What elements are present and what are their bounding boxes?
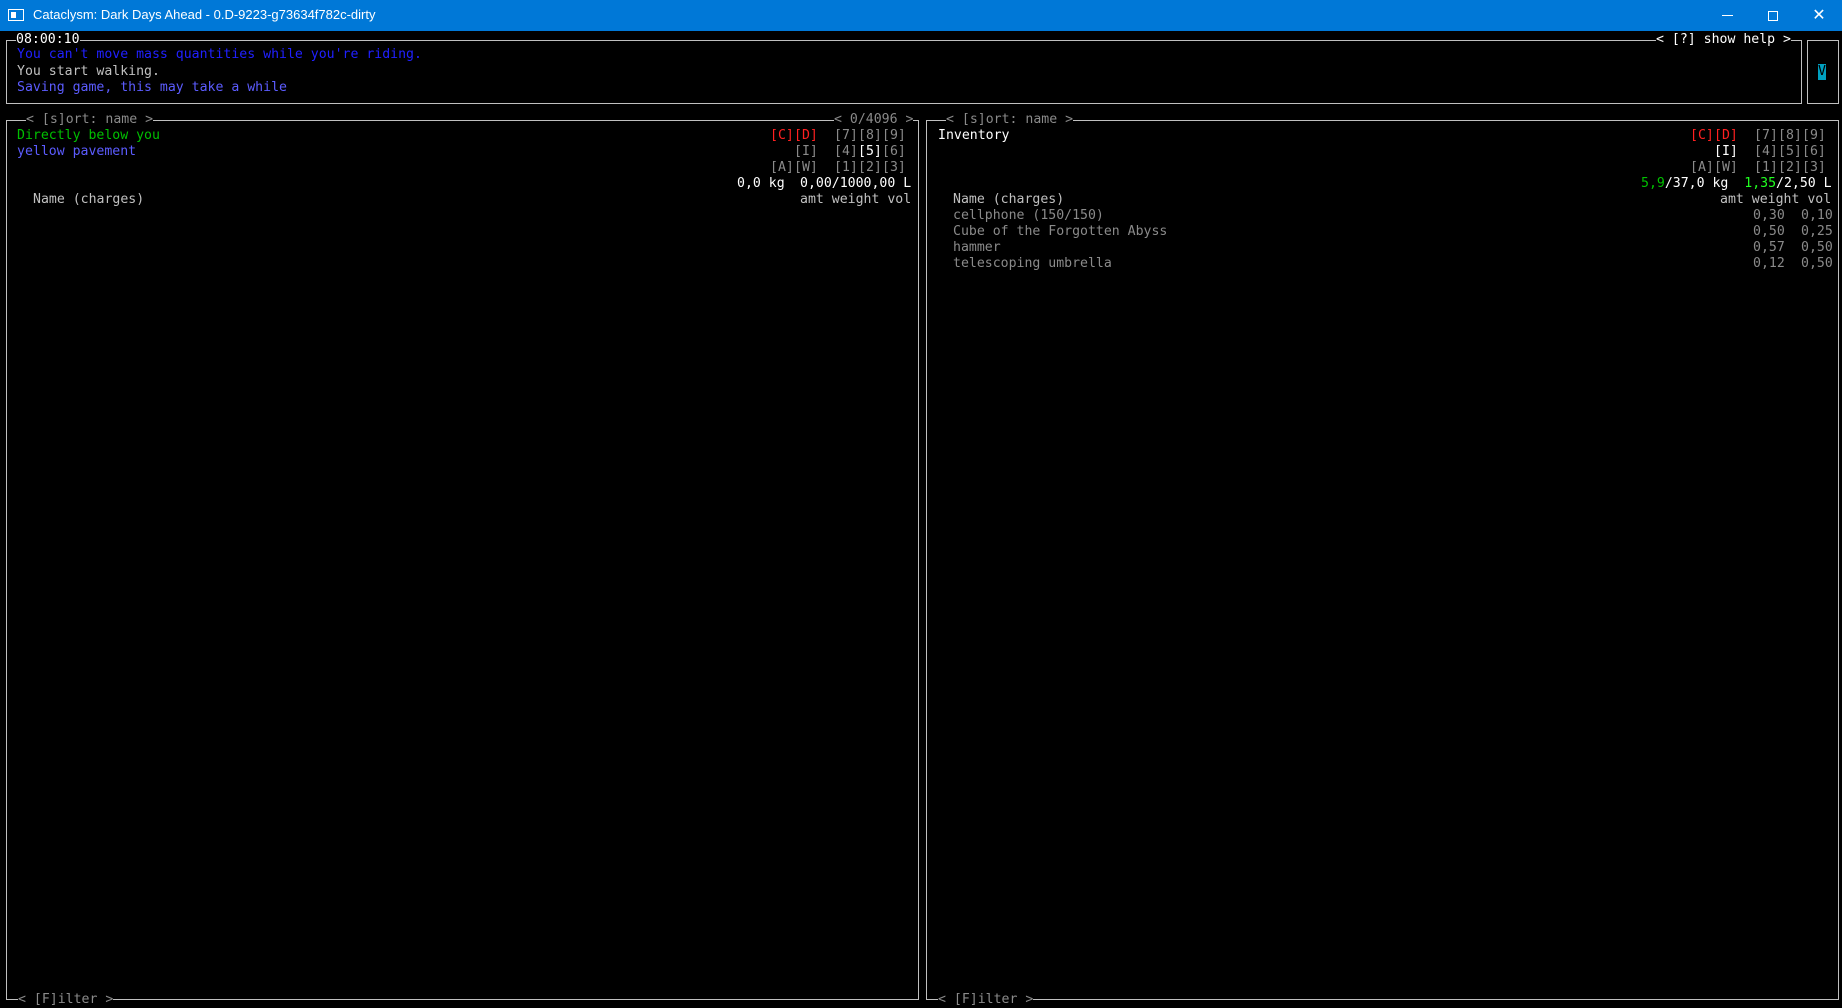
- app-icon: [8, 9, 24, 21]
- left-key-c[interactable]: [C]: [770, 128, 794, 144]
- right-key-8[interactable]: [8]: [1778, 128, 1802, 144]
- item-volume: 0,50: [1801, 240, 1833, 255]
- message-line-2: You start walking.: [17, 64, 160, 79]
- message-line-1: You can't move mass quantities while you…: [17, 47, 422, 62]
- right-key-1[interactable]: [1]: [1754, 160, 1778, 176]
- right-key-w[interactable]: [W]: [1714, 160, 1738, 176]
- right-volume-current: 1,35: [1744, 176, 1777, 191]
- right-key-9[interactable]: [9]: [1802, 128, 1826, 144]
- minimize-icon: [1721, 15, 1733, 17]
- game-time: 08:00:10: [16, 32, 80, 48]
- item-weight: 0,57: [1753, 240, 1785, 255]
- left-key-5[interactable]: [5]: [858, 144, 882, 160]
- left-terrain-label: yellow pavement: [17, 144, 137, 159]
- right-key-2[interactable]: [2]: [1778, 160, 1802, 176]
- minimize-button[interactable]: [1704, 0, 1750, 31]
- right-key-c[interactable]: [C]: [1690, 128, 1714, 144]
- item-name: cellphone (150/150): [953, 208, 1104, 223]
- left-key-2[interactable]: [2]: [858, 160, 882, 176]
- item-name: Cube of the Forgotten Abyss: [953, 224, 1168, 239]
- left-key-d[interactable]: [D]: [794, 128, 818, 144]
- left-column-name: Name (charges): [33, 192, 145, 207]
- right-sort-button[interactable]: < [s]ort: name >: [946, 112, 1074, 128]
- left-column-stats: amt weight vol: [800, 192, 912, 207]
- right-column-name: Name (charges): [953, 192, 1065, 207]
- right-weight-max: /37,0 kg: [1664, 176, 1729, 191]
- message-line-3: Saving game, this may take a while: [17, 80, 287, 95]
- left-sort-button[interactable]: < [s]ort: name >: [26, 112, 154, 128]
- right-key-d[interactable]: [D]: [1714, 128, 1738, 144]
- right-pane-frame: [926, 120, 1839, 1000]
- left-page-count: < 0/4096 >: [834, 112, 914, 128]
- item-volume: 0,25: [1801, 224, 1833, 239]
- maximize-button[interactable]: [1750, 0, 1796, 31]
- window-title: Cataclysm: Dark Days Ahead - 0.D-9223-g7…: [33, 7, 376, 22]
- item-volume: 0,50: [1801, 256, 1833, 271]
- window-titlebar: Cataclysm: Dark Days Ahead - 0.D-9223-g7…: [0, 0, 1842, 31]
- item-name: telescoping umbrella: [953, 256, 1112, 271]
- left-volume: 0,00/1000,00 L: [800, 176, 912, 191]
- right-key-i[interactable]: [I]: [1714, 144, 1738, 160]
- right-weight-volume: 5,9/37,0 kg 1,35/2,50 L: [1641, 176, 1832, 192]
- inventory-title: Inventory: [938, 128, 1010, 143]
- left-weight: 0,0 kg: [737, 176, 785, 191]
- right-key-5[interactable]: [5]: [1778, 144, 1802, 160]
- right-column-stats: amt weight vol: [1720, 192, 1832, 207]
- left-key-8[interactable]: [8]: [858, 128, 882, 144]
- left-key-1[interactable]: [1]: [834, 160, 858, 176]
- maximize-icon: [1768, 10, 1778, 21]
- right-key-3[interactable]: [3]: [1802, 160, 1826, 176]
- show-help-button[interactable]: < [?] show help >: [1656, 32, 1791, 48]
- left-key-6[interactable]: [6]: [882, 144, 906, 160]
- right-key-6[interactable]: [6]: [1802, 144, 1826, 160]
- right-weight-current: 5,9: [1641, 176, 1665, 191]
- left-location-label: Directly below you: [17, 128, 160, 143]
- left-key-3[interactable]: [3]: [882, 160, 906, 176]
- left-filter-button[interactable]: < [F]ilter >: [18, 992, 114, 1008]
- close-icon: ✕: [1812, 7, 1826, 24]
- left-key-i[interactable]: [I]: [794, 144, 818, 160]
- right-key-a[interactable]: [A]: [1690, 160, 1714, 176]
- left-pane-frame: [6, 120, 919, 1000]
- item-weight: 0,12: [1753, 256, 1785, 271]
- item-volume: 0,10: [1801, 208, 1833, 223]
- right-volume-max: /2,50 L: [1776, 176, 1832, 191]
- item-weight: 0,50: [1753, 224, 1785, 239]
- left-key-7[interactable]: [7]: [834, 128, 858, 144]
- item-weight: 0,30: [1753, 208, 1785, 223]
- item-name: hammer: [953, 240, 1001, 255]
- left-key-w[interactable]: [W]: [794, 160, 818, 176]
- left-key-a[interactable]: [A]: [770, 160, 794, 176]
- left-key-4[interactable]: [4]: [834, 144, 858, 160]
- close-button[interactable]: ✕: [1796, 0, 1842, 31]
- scroll-indicator[interactable]: V: [1818, 64, 1826, 80]
- right-key-7[interactable]: [7]: [1754, 128, 1778, 144]
- right-key-4[interactable]: [4]: [1754, 144, 1778, 160]
- left-key-9[interactable]: [9]: [882, 128, 906, 144]
- right-filter-button[interactable]: < [F]ilter >: [938, 992, 1034, 1008]
